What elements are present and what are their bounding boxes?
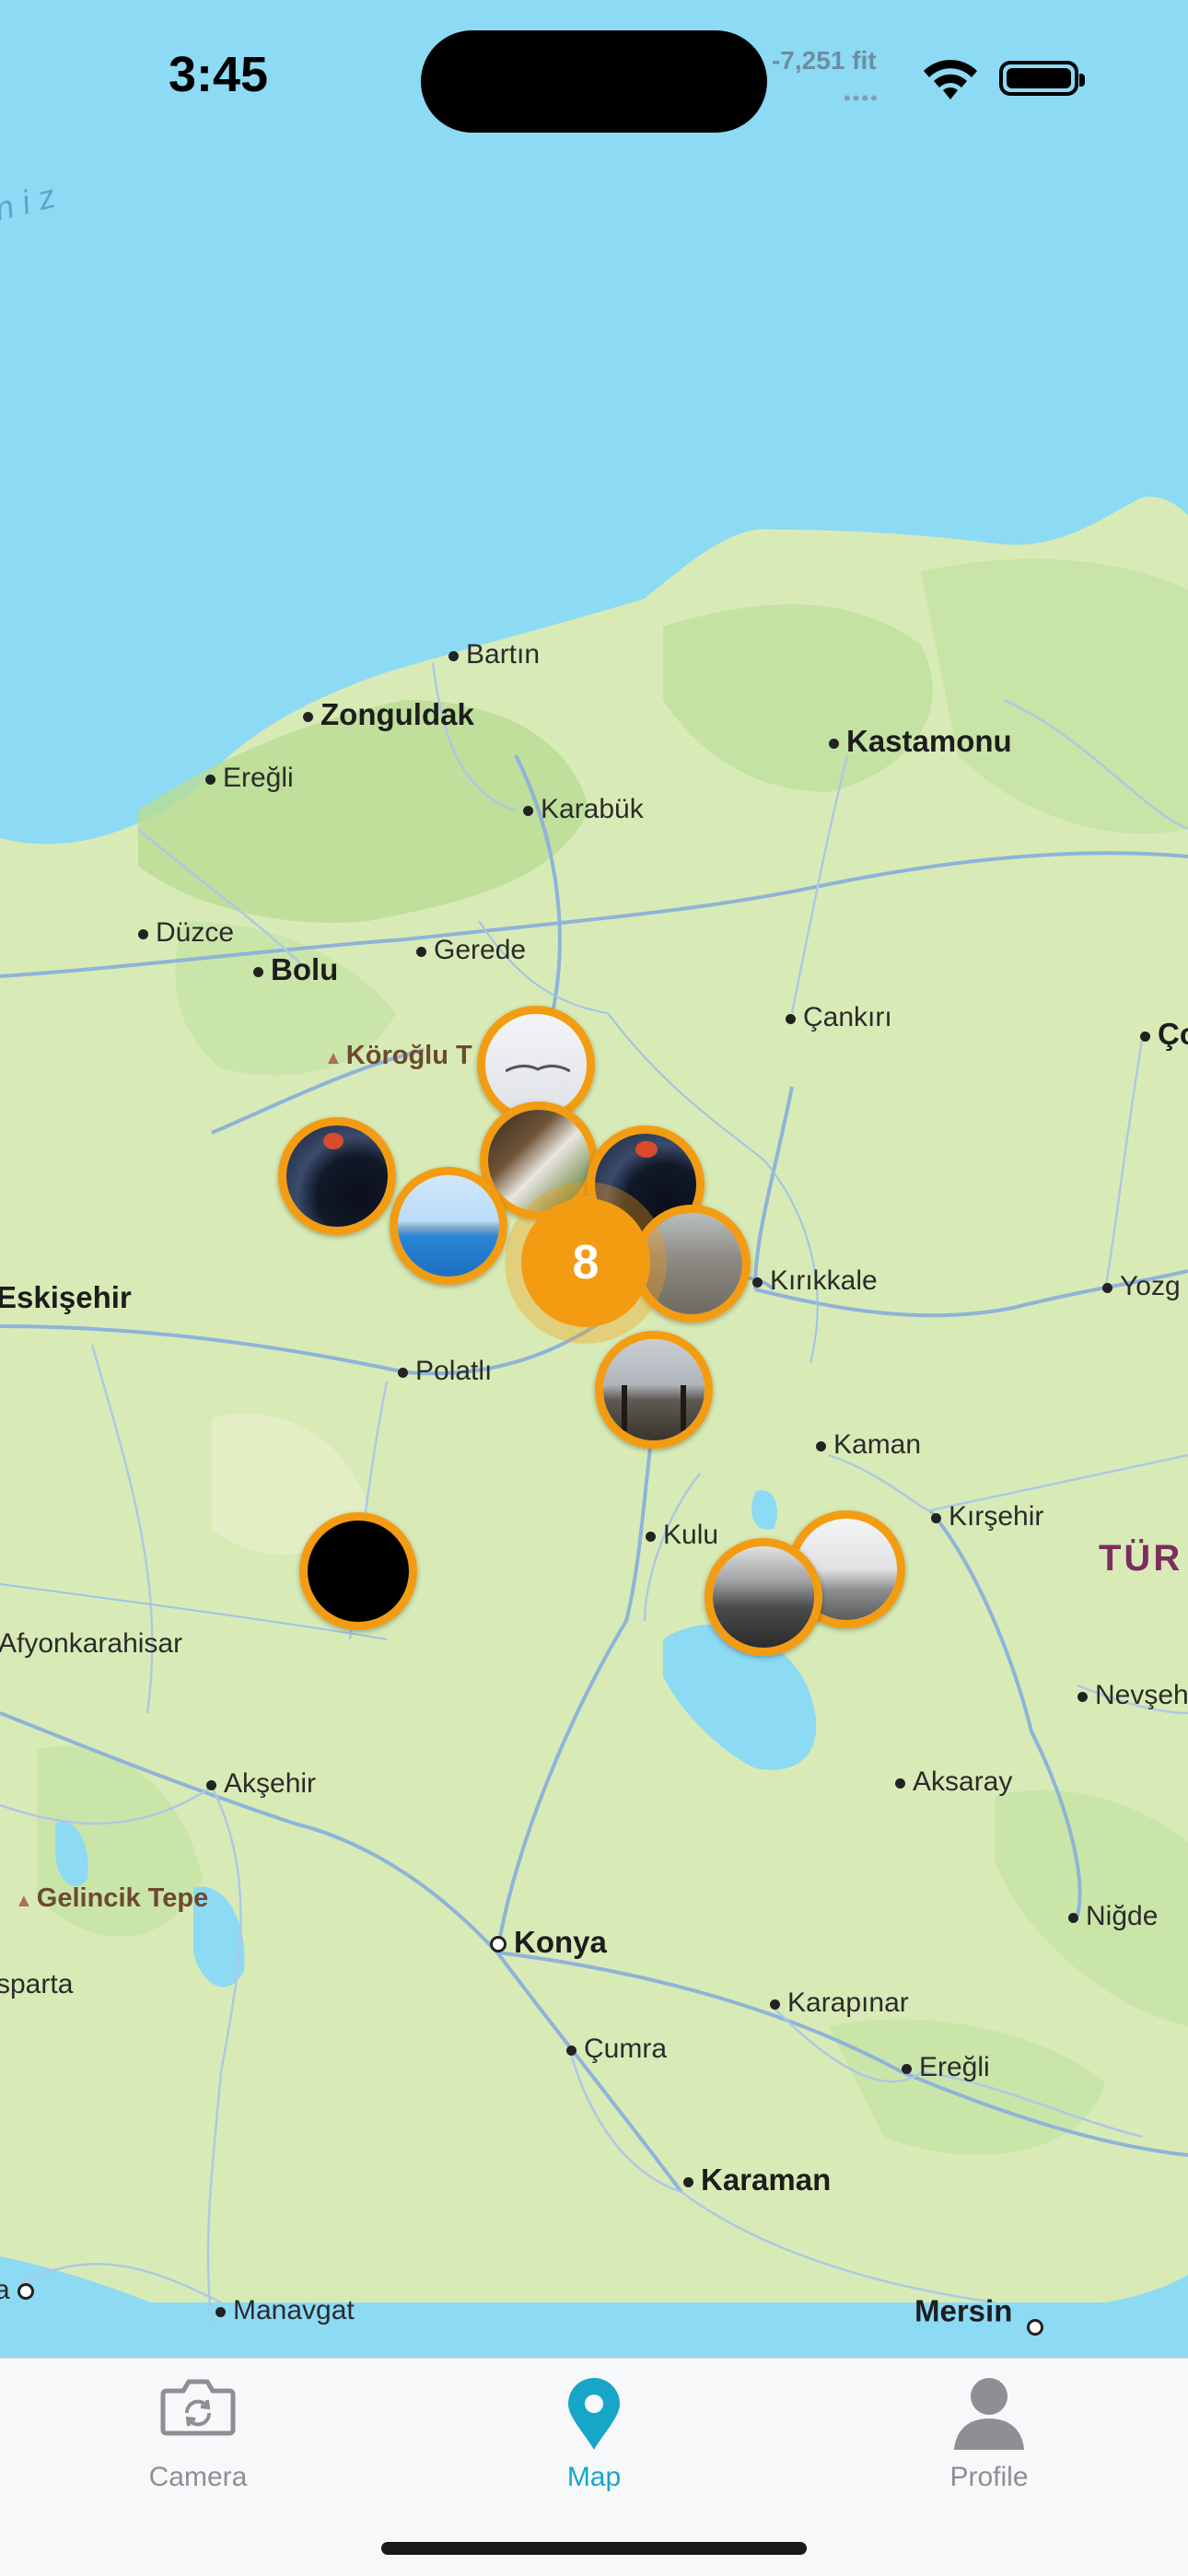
city-label[interactable]: Aksaray — [895, 1766, 1012, 1798]
status-bar: 3:45 -7,251 fit •••• — [0, 0, 1188, 157]
person-icon — [954, 2378, 1024, 2450]
city-label[interactable]: Niğde — [1068, 1901, 1158, 1932]
dynamic-island — [421, 30, 767, 133]
tab-label: Profile — [949, 2462, 1029, 2492]
city-label[interactable]: Karaman — [683, 2162, 831, 2197]
city-label[interactable]: Akşehir — [206, 1768, 316, 1800]
tab-map[interactable]: Map — [483, 2367, 705, 2496]
city-label[interactable]: Yozg — [1102, 1271, 1181, 1302]
cellular-signal-icon: •••• — [844, 87, 879, 110]
city-label[interactable]: Kaman — [816, 1429, 921, 1461]
city-label[interactable]: Karabük — [523, 794, 644, 825]
city-label[interactable]: Mersin — [914, 2291, 1051, 2336]
city-label[interactable]: Afyonkarahisar — [0, 1628, 182, 1660]
city-label[interactable]: Ço — [1140, 1017, 1188, 1052]
city-label[interactable]: Gerede — [416, 935, 526, 966]
city-label[interactable]: Bartın — [448, 639, 540, 670]
peak-label[interactable]: ▲ Köroğlu T — [324, 1041, 472, 1071]
city-label[interactable]: Düzce — [138, 917, 234, 949]
city-label[interactable]: Kastamonu — [829, 724, 1012, 759]
battery-icon — [999, 61, 1085, 96]
city-label[interactable]: Kırşehir — [931, 1501, 1043, 1533]
bird-icon — [506, 1065, 570, 1073]
city-label[interactable]: Kulu — [646, 1520, 718, 1551]
photo-marker[interactable] — [299, 1512, 417, 1630]
tab-profile[interactable]: Profile — [879, 2367, 1100, 2496]
tab-camera[interactable]: Camera — [87, 2367, 309, 2496]
photo-cluster-count[interactable]: 8 — [521, 1198, 650, 1327]
city-label[interactable]: Eskişehir — [0, 1280, 132, 1315]
city-label[interactable]: Polatlı — [398, 1356, 492, 1387]
city-label[interactable]: Bolu — [253, 952, 338, 987]
photo-marker[interactable] — [705, 1538, 822, 1656]
city-label[interactable]: Nevşeh — [1077, 1680, 1188, 1711]
city-label[interactable]: Manavgat — [215, 2295, 355, 2326]
country-label: TÜR — [1099, 1538, 1183, 1579]
city-label[interactable]: Ereğli — [902, 2052, 990, 2083]
home-indicator[interactable] — [381, 2542, 807, 2555]
photo-marker[interactable] — [390, 1167, 507, 1285]
city-label[interactable]: Kırıkkale — [752, 1265, 878, 1297]
peak-label[interactable]: ▲ Gelincik Tepe — [15, 1883, 208, 1914]
city-label[interactable]: Çumra — [566, 2034, 667, 2065]
wifi-icon — [924, 59, 977, 99]
city-label[interactable]: Konya — [490, 1925, 607, 1960]
city-label[interactable]: sparta — [0, 1969, 73, 2000]
city-label[interactable]: Ereğli — [205, 763, 294, 794]
camera-rotate-icon — [160, 2379, 236, 2436]
photo-marker[interactable] — [595, 1331, 713, 1449]
tab-label: Map — [566, 2462, 622, 2492]
photo-marker[interactable] — [278, 1117, 396, 1235]
city-label[interactable]: a — [0, 2275, 41, 2306]
tab-label: Camera — [148, 2462, 248, 2492]
city-label[interactable]: Çankırı — [786, 1002, 892, 1033]
elevation-readout: -7,251 fit — [772, 46, 877, 75]
map-pin-icon — [568, 2378, 620, 2450]
city-label[interactable]: Karapınar — [770, 1987, 909, 2019]
status-time: 3:45 — [169, 47, 269, 102]
city-label[interactable]: Zonguldak — [303, 697, 474, 732]
